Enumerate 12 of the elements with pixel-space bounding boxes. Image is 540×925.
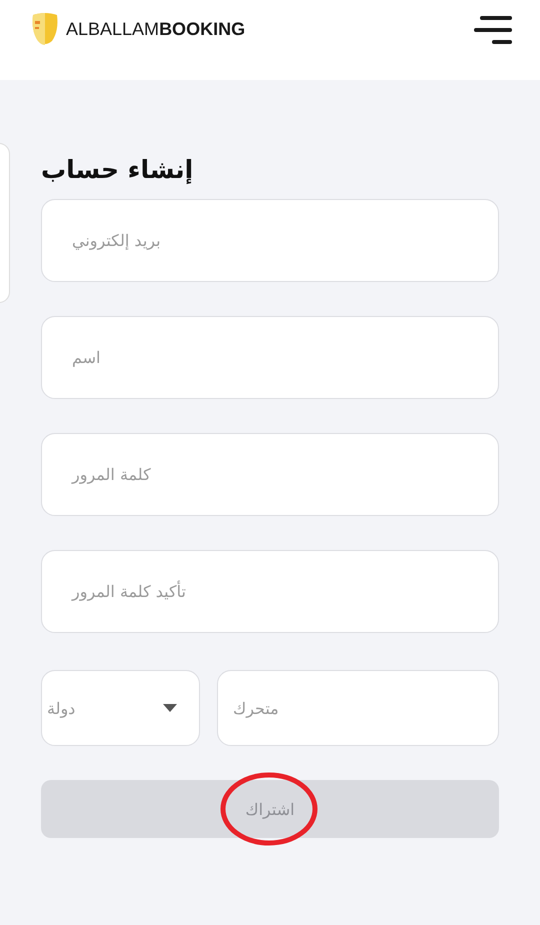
form-title: إنشاء حساب <box>41 155 194 185</box>
mask-logo-icon <box>30 11 60 47</box>
menu-button[interactable] <box>474 15 512 45</box>
menu-icon <box>474 15 512 45</box>
input-field[interactable]: كلمة المرور <box>41 433 499 516</box>
input-field[interactable]: بريد إلكتروني <box>41 199 499 282</box>
input-field[interactable]: متحرك <box>217 670 499 746</box>
caret-icon <box>163 704 177 712</box>
brand-name: ALBALLAMBOOKING <box>66 18 246 40</box>
country-dropdown[interactable]: دولة <box>41 670 200 746</box>
input-field[interactable]: اسم <box>41 316 499 399</box>
input-field[interactable]: تأكيد كلمة المرور <box>41 550 499 633</box>
